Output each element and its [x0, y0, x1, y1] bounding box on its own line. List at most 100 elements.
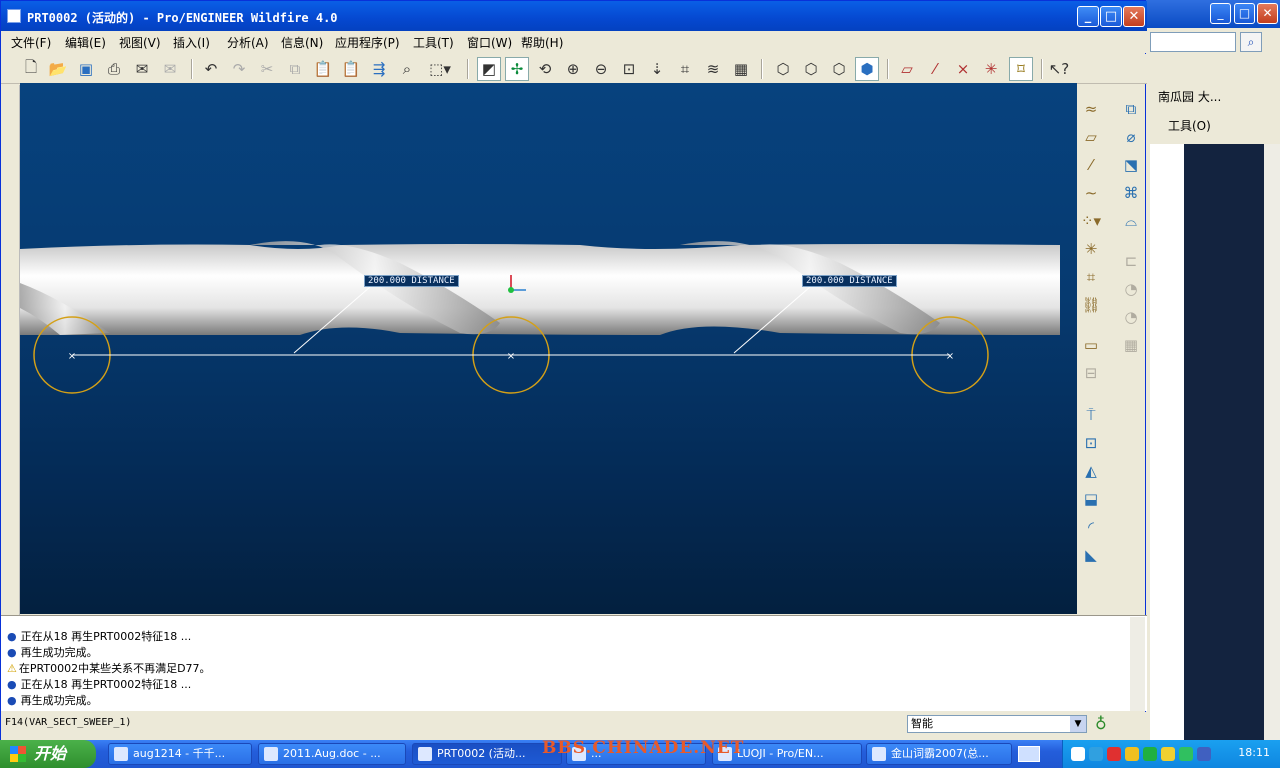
- background-browser-window[interactable]: _ □ ✕ ⌕ 南瓜园 大... 工具(O): [1146, 0, 1280, 740]
- background-tools-menu[interactable]: 工具(O): [1168, 117, 1211, 134]
- traffic-light-icon[interactable]: ♁: [1095, 714, 1107, 733]
- pattern-icon[interactable]: ▦: [1119, 333, 1143, 357]
- datum-display-icon[interactable]: ◩: [477, 57, 501, 81]
- mail-icon[interactable]: ✉: [158, 57, 182, 81]
- tray-icon[interactable]: [1197, 747, 1211, 761]
- blend-icon[interactable]: ⌘: [1119, 181, 1143, 205]
- paste-icon[interactable]: 📋: [311, 57, 335, 81]
- hole-icon[interactable]: ⧉: [1119, 97, 1143, 121]
- start-button[interactable]: 开始: [0, 740, 96, 768]
- appearance-icon[interactable]: ▦: [729, 57, 753, 81]
- boundary-icon[interactable]: ⌓: [1119, 209, 1143, 233]
- security-icon[interactable]: [1143, 747, 1157, 761]
- csys-icon[interactable]: ✳: [1079, 237, 1103, 261]
- menu-insert[interactable]: 插入(I): [173, 34, 210, 51]
- redo-icon[interactable]: ↷: [227, 57, 251, 81]
- search-icon[interactable]: ⌕: [1240, 32, 1262, 52]
- sketch-datum-icon[interactable]: ≈: [1079, 97, 1103, 121]
- chamfer-icon[interactable]: ◣: [1079, 543, 1103, 567]
- close-button[interactable]: ✕: [1123, 6, 1145, 27]
- clock[interactable]: 18:11: [1238, 746, 1270, 759]
- menu-tools[interactable]: 工具(T): [413, 34, 454, 51]
- layers-icon[interactable]: ≋: [701, 57, 725, 81]
- message-scrollbar[interactable]: [1130, 617, 1145, 711]
- menu-edit[interactable]: 编辑(E): [65, 34, 106, 51]
- chain-icon[interactable]: ⛓: [1079, 293, 1103, 317]
- datum-curve-icon[interactable]: ∼: [1079, 181, 1103, 205]
- copy-feature-icon[interactable]: ⊟: [1079, 361, 1103, 385]
- merge-icon[interactable]: ⊏: [1119, 249, 1143, 273]
- annotation-icon[interactable]: ⌑: [1009, 57, 1033, 81]
- no-hidden-icon[interactable]: ⬡: [827, 57, 851, 81]
- send-icon[interactable]: ✉: [130, 57, 154, 81]
- open-icon[interactable]: 📂: [46, 57, 70, 81]
- plane-toggle-icon[interactable]: ▱: [895, 57, 919, 81]
- save-icon[interactable]: ▣: [74, 57, 98, 81]
- sweep-icon[interactable]: ⬓: [1079, 487, 1103, 511]
- menu-help[interactable]: 帮助(H): [521, 34, 563, 51]
- orient-icon[interactable]: ⟲: [533, 57, 557, 81]
- menu-analysis[interactable]: 分析(A): [227, 34, 269, 51]
- datum-axis-icon[interactable]: ⁄: [1079, 153, 1103, 177]
- close-icon[interactable]: ✕: [1257, 3, 1278, 24]
- menu-info[interactable]: 信息(N): [281, 34, 323, 51]
- minimize-icon[interactable]: _: [1210, 3, 1231, 24]
- spin-center-icon[interactable]: ✢: [505, 57, 529, 81]
- background-title-bar[interactable]: _ □ ✕: [1146, 0, 1280, 28]
- axis-toggle-icon[interactable]: ⁄: [923, 57, 947, 81]
- datum-point-icon[interactable]: ⁘▾: [1079, 209, 1103, 233]
- chevron-down-icon[interactable]: ▼: [1070, 716, 1086, 732]
- hidden-line-icon[interactable]: ⬡: [799, 57, 823, 81]
- minimize-button[interactable]: _: [1077, 6, 1099, 27]
- taskbar-item-active[interactable]: PRT0002 (活动...: [412, 743, 562, 765]
- select-box-icon[interactable]: ⬚▾: [423, 57, 457, 81]
- find-icon[interactable]: ⌕: [395, 57, 419, 81]
- shading-icon[interactable]: ⬢: [855, 57, 879, 81]
- reorient-icon[interactable]: ⇣: [645, 57, 669, 81]
- revolve-icon[interactable]: ⊡: [1079, 431, 1103, 455]
- context-help-icon[interactable]: ↖?: [1047, 57, 1071, 81]
- tray-icon[interactable]: [1071, 747, 1085, 761]
- paste-special-icon[interactable]: 📋: [339, 57, 363, 81]
- address-bar[interactable]: [1150, 32, 1236, 52]
- maximize-icon[interactable]: □: [1234, 3, 1255, 24]
- zoom-in-icon[interactable]: ⊕: [561, 57, 585, 81]
- rib-icon[interactable]: ◭: [1079, 459, 1103, 483]
- cut-icon[interactable]: ✂: [255, 57, 279, 81]
- taskbar-item[interactable]: 金山词霸2007(总...: [866, 743, 1012, 765]
- tray-icon[interactable]: [1107, 747, 1121, 761]
- title-bar[interactable]: PRT0002 (活动的) - Pro/ENGINEER Wildfire 4.…: [1, 1, 1147, 31]
- shell-icon[interactable]: ⌀: [1119, 125, 1143, 149]
- mirror-icon[interactable]: ◔: [1119, 305, 1143, 329]
- background-link[interactable]: 南瓜园 大...: [1158, 88, 1221, 105]
- tray-icon[interactable]: [1179, 747, 1193, 761]
- annotation-feature-icon[interactable]: ▭: [1079, 333, 1103, 357]
- dimension-label[interactable]: 200.000 DISTANCE: [364, 275, 459, 287]
- saved-views-icon[interactable]: ⌗: [673, 57, 697, 81]
- print-icon[interactable]: ⎙: [102, 57, 126, 81]
- tray-icon[interactable]: [1089, 747, 1103, 761]
- keyboard-icon[interactable]: [1018, 746, 1040, 762]
- menu-view[interactable]: 视图(V): [119, 34, 161, 51]
- new-icon[interactable]: 🗋: [19, 57, 43, 81]
- taskbar-item[interactable]: 2011.Aug.doc - ...: [258, 743, 406, 765]
- dimension-label[interactable]: 200.000 DISTANCE: [802, 275, 897, 287]
- regenerate-icon[interactable]: ⇶: [367, 57, 391, 81]
- point-toggle-icon[interactable]: ×: [951, 57, 975, 81]
- menu-file[interactable]: 文件(F): [11, 34, 51, 51]
- menu-applications[interactable]: 应用程序(P): [335, 34, 400, 51]
- qq-icon[interactable]: [1125, 747, 1139, 761]
- draft-icon[interactable]: ⬔: [1119, 153, 1143, 177]
- wireframe-icon[interactable]: ⬡: [771, 57, 795, 81]
- refit-icon[interactable]: ⊡: [617, 57, 641, 81]
- selection-filter-select[interactable]: 智能 ▼: [907, 715, 1087, 733]
- tray-icon[interactable]: [1161, 747, 1175, 761]
- taskbar-item[interactable]: aug1214 - 千千...: [108, 743, 252, 765]
- navigator-tray[interactable]: [1, 85, 20, 615]
- zoom-out-icon[interactable]: ⊖: [589, 57, 613, 81]
- model-canvas[interactable]: × × ×: [20, 83, 1077, 614]
- datum-plane-icon[interactable]: ▱: [1079, 125, 1103, 149]
- round-icon[interactable]: ◜: [1079, 515, 1103, 539]
- background-scrollbar[interactable]: [1264, 144, 1280, 740]
- csys-toggle-icon[interactable]: ✳: [979, 57, 1003, 81]
